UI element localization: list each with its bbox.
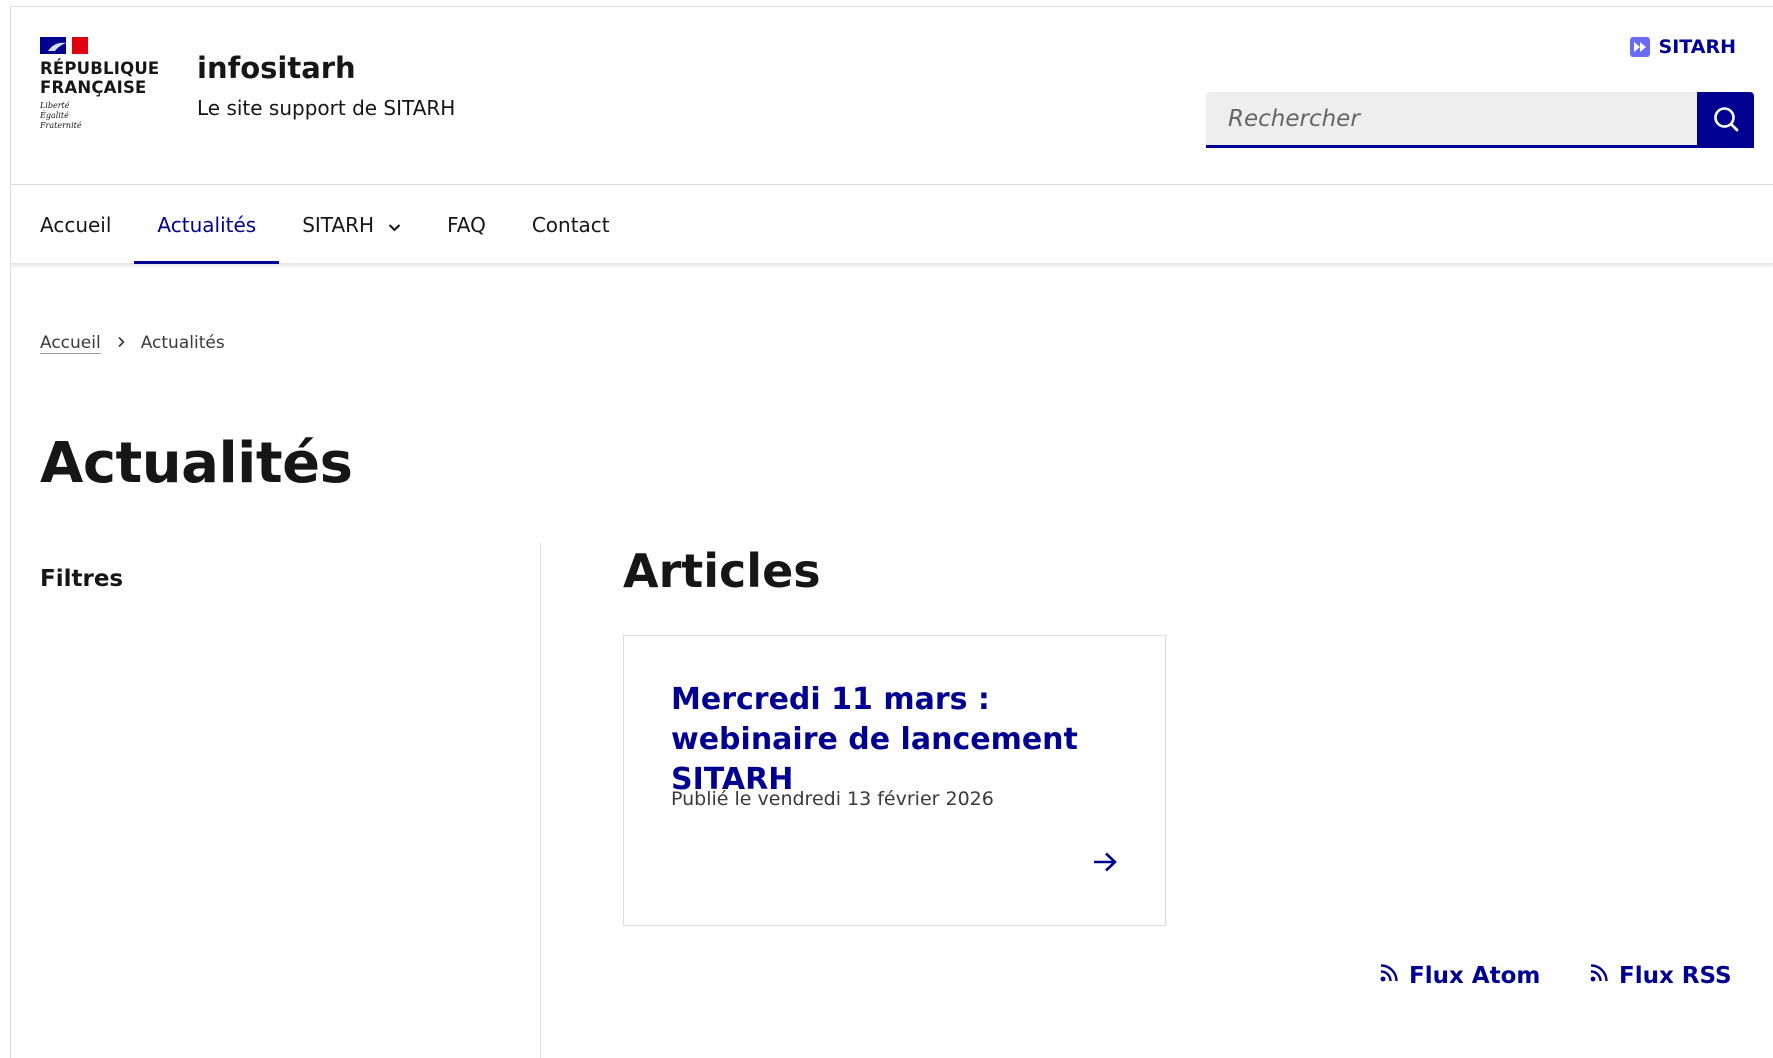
nav-item-contact[interactable]: Contact [509, 186, 633, 263]
logo-line-francaise: FRANÇAISE [40, 78, 147, 97]
browser-page: RÉPUBLIQUE FRANÇAISE Liberté Égalité Fra… [10, 6, 1773, 1058]
search-icon [1712, 105, 1740, 136]
nav-item-label: Actualités [157, 212, 257, 237]
nav-item-label: SITARH [302, 212, 375, 237]
site-title[interactable]: infositarh [197, 51, 356, 85]
articles-title: Articles [623, 544, 821, 598]
chevron-down-icon [388, 213, 401, 237]
marianne-flag-icon [40, 37, 88, 54]
nav-item-faq[interactable]: FAQ [424, 186, 509, 263]
fast-forward-icon [1629, 37, 1650, 57]
logo-text: RÉPUBLIQUE FRANÇAISE [40, 59, 170, 97]
filters-title: Filtres [40, 566, 124, 592]
nav-item-accueil[interactable]: Accueil [17, 186, 134, 263]
flux-atom-label: Flux Atom [1409, 963, 1541, 989]
devise-fraternite: Fraternité [40, 121, 82, 130]
republique-francaise-logo[interactable]: RÉPUBLIQUE FRANÇAISE Liberté Égalité Fra… [40, 37, 170, 131]
page-title: Actualités [40, 431, 353, 496]
breadcrumb: Accueil Actualités [40, 333, 225, 353]
rss-feed-icon [1589, 963, 1609, 989]
nav-item-label: FAQ [447, 212, 486, 237]
logo-devise: Liberté Égalité Fraternité [40, 101, 170, 131]
quick-link-label: SITARH [1658, 36, 1736, 58]
article-title-link[interactable]: Mercredi 11 mars : webinaire de lancemen… [671, 680, 1121, 800]
devise-liberte: Liberté [40, 101, 70, 110]
main-navigation: Accueil Actualités SITARH FAQ Contact [11, 186, 1773, 264]
search-bar [1206, 92, 1754, 148]
article-date: Publié le vendredi 13 février 2026 [671, 788, 994, 810]
site-header: RÉPUBLIQUE FRANÇAISE Liberté Égalité Fra… [11, 7, 1773, 185]
nav-item-sitarh[interactable]: SITARH [279, 186, 424, 263]
breadcrumb-home-link[interactable]: Accueil [40, 333, 101, 353]
arrow-right-icon [1092, 851, 1118, 877]
nav-item-actualites[interactable]: Actualités [134, 186, 279, 264]
rss-feed-icon [1379, 963, 1399, 989]
nav-item-label: Accueil [40, 212, 112, 237]
article-card[interactable]: Mercredi 11 mars : webinaire de lancemen… [623, 635, 1166, 926]
breadcrumb-current: Actualités [140, 333, 225, 353]
flux-atom-link[interactable]: Flux Atom [1379, 963, 1540, 989]
search-input[interactable] [1206, 92, 1697, 148]
devise-egalite: Égalité [40, 111, 69, 120]
search-button[interactable] [1697, 92, 1754, 148]
quick-link-sitarh[interactable]: SITARH [1629, 36, 1736, 58]
nav-item-label: Contact [531, 212, 610, 237]
flux-rss-link[interactable]: Flux RSS [1589, 963, 1732, 989]
site-tagline: Le site support de SITARH [197, 96, 456, 120]
chevron-right-icon [117, 333, 126, 353]
flux-rss-label: Flux RSS [1619, 963, 1732, 989]
filters-sidebar: Filtres [11, 543, 541, 1058]
logo-line-republique: RÉPUBLIQUE [40, 59, 160, 78]
